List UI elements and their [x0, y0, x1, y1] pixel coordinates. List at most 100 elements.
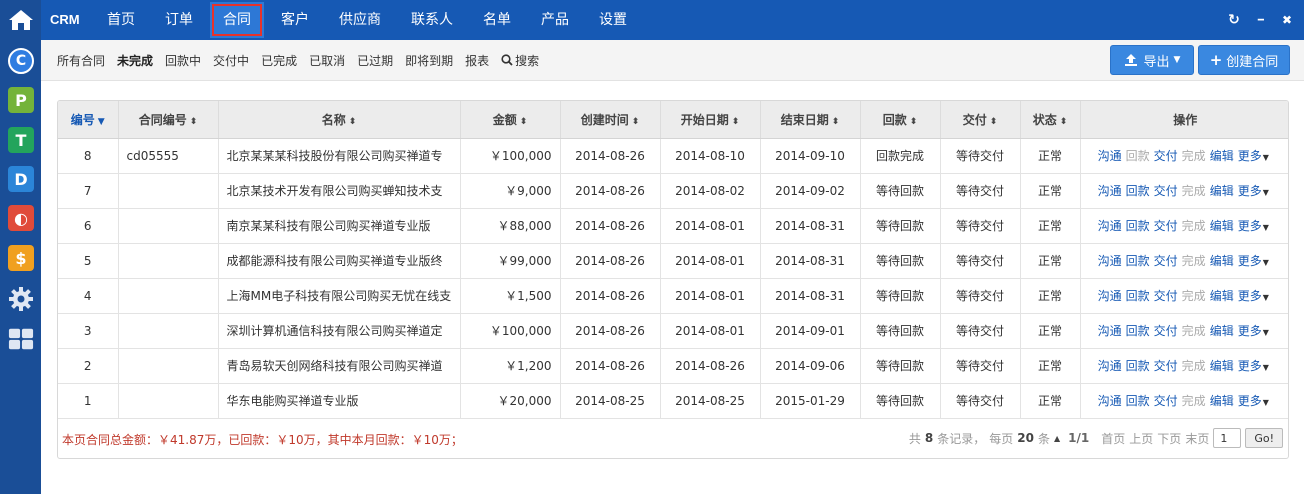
column-header-1[interactable]: 合同编号 ⬍	[118, 101, 219, 139]
nav-item-3[interactable]: 客户	[268, 0, 322, 40]
action-1[interactable]: 回款	[1126, 394, 1150, 408]
action-4[interactable]: 编辑	[1210, 184, 1234, 198]
caret-down-icon[interactable]: ▼	[1263, 363, 1269, 372]
action-3[interactable]: 完成	[1182, 219, 1206, 233]
filter-item-3[interactable]: 交付中	[213, 52, 249, 69]
home-button[interactable]	[0, 0, 41, 40]
sidebar-t-icon[interactable]: T	[8, 127, 34, 153]
action-5[interactable]: 更多	[1238, 184, 1262, 198]
sidebar-dollar-icon[interactable]: $	[8, 245, 34, 271]
action-0[interactable]: 沟通	[1098, 394, 1122, 408]
first-page-link[interactable]: 首页	[1101, 430, 1125, 447]
action-2[interactable]: 交付	[1154, 359, 1178, 373]
action-1[interactable]: 回款	[1126, 289, 1150, 303]
filter-item-9[interactable]: 搜索	[501, 52, 539, 69]
action-3[interactable]: 完成	[1182, 254, 1206, 268]
refresh-icon[interactable]: ↻	[1228, 12, 1240, 28]
go-button[interactable]: Go!	[1245, 428, 1283, 448]
minimize-icon[interactable]: ━	[1258, 15, 1264, 26]
table-row[interactable]: 5 成都能源科技有限公司购买禅道专业版终 ￥99,000 2014-08-26 2014…	[58, 243, 1288, 279]
caret-down-icon[interactable]: ▼	[1263, 223, 1269, 232]
caret-down-icon[interactable]: ▼	[1263, 398, 1269, 407]
apps-grid-icon[interactable]	[8, 326, 34, 352]
nav-item-4[interactable]: 供应商	[326, 0, 394, 40]
sidebar-o-icon[interactable]: ◐	[8, 205, 34, 231]
caret-up-icon[interactable]: ▲	[1054, 434, 1060, 443]
action-4[interactable]: 编辑	[1210, 219, 1234, 233]
action-3[interactable]: 完成	[1182, 149, 1206, 163]
sidebar-d-icon[interactable]: D	[8, 166, 34, 192]
filter-item-4[interactable]: 已完成	[261, 52, 297, 69]
action-0[interactable]: 沟通	[1098, 324, 1122, 338]
last-page-link[interactable]: 末页	[1185, 430, 1209, 447]
column-header-5[interactable]: 开始日期 ⬍	[660, 101, 761, 139]
filter-item-8[interactable]: 报表	[465, 52, 489, 69]
table-row[interactable]: 2 青岛易软天创网络科技有限公司购买禅道 ￥1,200 2014-08-26 2014-…	[58, 348, 1288, 384]
column-header-2[interactable]: 名称 ⬍	[218, 101, 461, 139]
action-2[interactable]: 交付	[1154, 219, 1178, 233]
export-button[interactable]: 导出 ▼	[1110, 45, 1194, 75]
action-3[interactable]: 完成	[1182, 184, 1206, 198]
nav-item-8[interactable]: 设置	[586, 0, 640, 40]
action-2[interactable]: 交付	[1154, 289, 1178, 303]
action-4[interactable]: 编辑	[1210, 394, 1234, 408]
filter-item-7[interactable]: 即将到期	[405, 52, 453, 69]
action-4[interactable]: 编辑	[1210, 359, 1234, 373]
action-2[interactable]: 交付	[1154, 184, 1178, 198]
create-contract-button[interactable]: + 创建合同	[1198, 45, 1290, 75]
filter-item-2[interactable]: 回款中	[165, 52, 201, 69]
page-number-input[interactable]	[1213, 428, 1242, 448]
table-row[interactable]: 4 上海MM电子科技有限公司购买无忧在线支 ￥1,500 2014-08-26 2014…	[58, 278, 1288, 314]
nav-item-0[interactable]: 首页	[94, 0, 148, 40]
action-5[interactable]: 更多	[1238, 394, 1262, 408]
action-3[interactable]: 完成	[1182, 359, 1206, 373]
action-1[interactable]: 回款	[1126, 359, 1150, 373]
gear-icon[interactable]	[8, 286, 34, 312]
column-header-4[interactable]: 创建时间 ⬍	[560, 101, 661, 139]
cell-2[interactable]: 深圳计算机通信科技有限公司购买禅道定	[218, 313, 461, 349]
table-row[interactable]: 1 华东电能购买禅道专业版 ￥20,000 2014-08-25 2014-08-25 2…	[58, 383, 1288, 419]
column-header-3[interactable]: 金额 ⬍	[460, 101, 561, 139]
cell-2[interactable]: 上海MM电子科技有限公司购买无忧在线支	[218, 278, 461, 314]
app-brand[interactable]: CRM	[50, 0, 80, 40]
filter-item-1[interactable]: 未完成	[117, 52, 153, 69]
nav-item-5[interactable]: 联系人	[398, 0, 466, 40]
cell-2[interactable]: 北京某某某科技股份有限公司购买禅道专	[218, 138, 461, 174]
action-0[interactable]: 沟通	[1098, 289, 1122, 303]
sidebar-p-icon[interactable]: P	[8, 87, 34, 113]
action-4[interactable]: 编辑	[1210, 254, 1234, 268]
table-row[interactable]: 7 北京某技术开发有限公司购买蝉知技术支 ￥9,000 2014-08-26 2014-…	[58, 173, 1288, 209]
cell-2[interactable]: 华东电能购买禅道专业版	[218, 383, 461, 419]
action-1[interactable]: 回款	[1126, 149, 1150, 163]
action-2[interactable]: 交付	[1154, 394, 1178, 408]
cell-2[interactable]: 成都能源科技有限公司购买禅道专业版终	[218, 243, 461, 279]
next-page-link[interactable]: 下页	[1157, 430, 1181, 447]
action-0[interactable]: 沟通	[1098, 359, 1122, 373]
action-1[interactable]: 回款	[1126, 254, 1150, 268]
cell-2[interactable]: 南京某某科技有限公司购买禅道专业版	[218, 208, 461, 244]
action-1[interactable]: 回款	[1126, 219, 1150, 233]
nav-item-7[interactable]: 产品	[528, 0, 582, 40]
caret-down-icon[interactable]: ▼	[1263, 153, 1269, 162]
action-3[interactable]: 完成	[1182, 394, 1206, 408]
cell-2[interactable]: 青岛易软天创网络科技有限公司购买禅道	[218, 348, 461, 384]
action-4[interactable]: 编辑	[1210, 324, 1234, 338]
filter-item-0[interactable]: 所有合同	[57, 52, 105, 69]
action-0[interactable]: 沟通	[1098, 184, 1122, 198]
column-header-6[interactable]: 结束日期 ⬍	[760, 101, 861, 139]
table-row[interactable]: 6 南京某某科技有限公司购买禅道专业版 ￥88,000 2014-08-26 2014-…	[58, 208, 1288, 244]
caret-down-icon[interactable]: ▼	[1263, 258, 1269, 267]
action-5[interactable]: 更多	[1238, 254, 1262, 268]
action-3[interactable]: 完成	[1182, 289, 1206, 303]
action-5[interactable]: 更多	[1238, 324, 1262, 338]
caret-down-icon[interactable]: ▼	[1263, 188, 1269, 197]
action-0[interactable]: 沟通	[1098, 219, 1122, 233]
action-5[interactable]: 更多	[1238, 289, 1262, 303]
table-row[interactable]: 8 cd05555 北京某某某科技股份有限公司购买禅道专 ￥100,000 2014-0…	[58, 138, 1288, 174]
action-4[interactable]: 编辑	[1210, 289, 1234, 303]
column-header-0[interactable]: 编号 ▼	[58, 101, 119, 139]
prev-page-link[interactable]: 上页	[1129, 430, 1153, 447]
action-0[interactable]: 沟通	[1098, 149, 1122, 163]
action-5[interactable]: 更多	[1238, 149, 1262, 163]
table-row[interactable]: 3 深圳计算机通信科技有限公司购买禅道定 ￥100,000 2014-08-26 201…	[58, 313, 1288, 349]
